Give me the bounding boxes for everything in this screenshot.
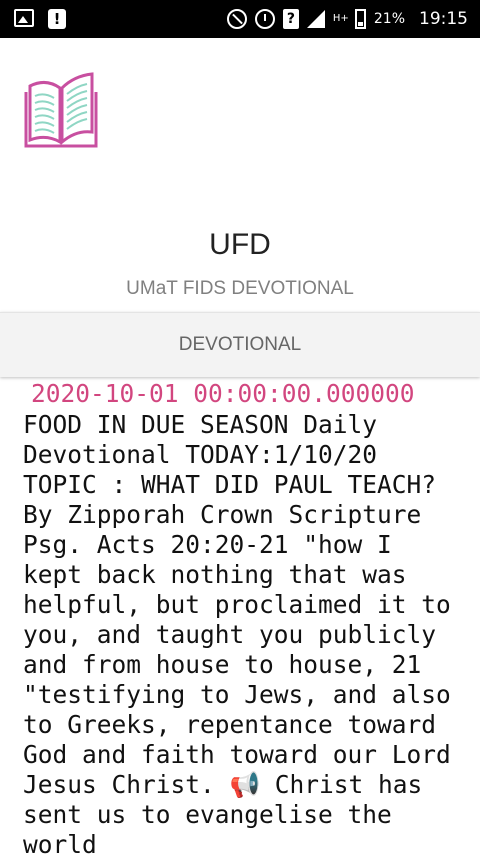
tab-bar: DEVOTIONAL: [0, 312, 480, 377]
open-book-icon: [22, 70, 100, 150]
battery-icon: [354, 9, 366, 29]
alert-notification-icon: !: [48, 9, 66, 29]
app-title: UFD: [209, 228, 271, 261]
post-body: FOOD IN DUE SEASON Daily Devotional TODA…: [23, 410, 466, 859]
alarm-icon: [254, 9, 275, 29]
status-bar: ! ? H+ 21% 19:15: [0, 0, 480, 38]
tab-devotional[interactable]: DEVOTIONAL: [0, 313, 480, 377]
do-not-disturb-icon: [226, 9, 247, 29]
post-date: 2020-10-01 00:00:00.000000: [31, 379, 415, 408]
sim-unknown-icon: ?: [282, 9, 299, 29]
signal-icon: [306, 10, 325, 28]
app-subtitle: UMaT FIDS DEVOTIONAL: [126, 278, 354, 299]
devotional-post: 2020-10-01 00:00:00.000000 FOOD IN DUE S…: [23, 378, 463, 860]
battery-percent: 21%: [373, 11, 405, 27]
image-notification-icon: [14, 9, 34, 27]
clock: 19:15: [419, 9, 468, 29]
network-type-label: H+: [332, 13, 349, 24]
